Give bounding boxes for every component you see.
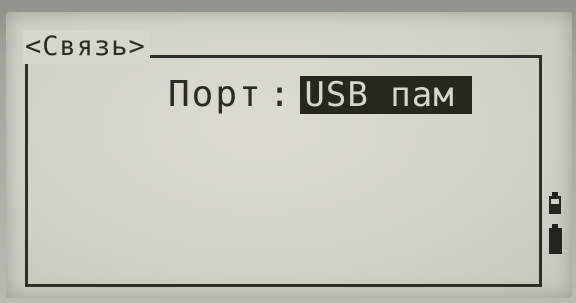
- port-separator: :: [268, 74, 291, 115]
- screen-title: <Связь>: [23, 30, 150, 64]
- port-setting-row[interactable]: Порт : USB пам: [168, 74, 473, 115]
- battery-icon: [549, 224, 562, 254]
- port-value-field[interactable]: USB пам: [300, 76, 473, 114]
- port-label: Порт: [168, 74, 263, 115]
- battery-icon: [549, 192, 561, 214]
